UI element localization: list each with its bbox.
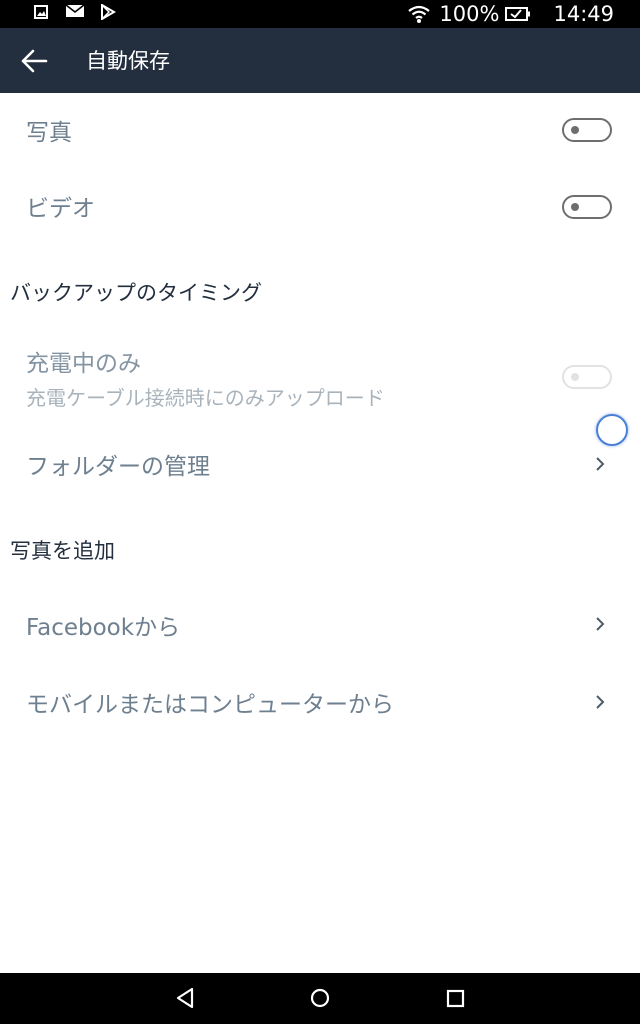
videos-toggle[interactable] [562, 195, 612, 219]
chevron-right-icon [596, 695, 605, 709]
add-from-facebook-label: Facebookから [26, 615, 181, 641]
photos-toggle-row[interactable]: 写真 [0, 94, 640, 170]
chevron-right-icon [596, 617, 605, 631]
recents-square-icon[interactable] [445, 986, 467, 1010]
add-photos-header: 写真を追加 [10, 539, 115, 563]
wifi-icon [408, 5, 431, 23]
status-bar: 100% 14:49 [0, 0, 640, 28]
chevron-right-icon [596, 457, 605, 471]
back-triangle-icon[interactable] [174, 986, 196, 1010]
add-from-mobile-or-computer-row[interactable]: モバイルまたはコンピューターから [0, 663, 640, 741]
videos-toggle-row[interactable]: ビデオ [0, 170, 640, 246]
arrow-left-icon[interactable] [20, 48, 48, 74]
folder-management-row[interactable]: フォルダーの管理 [0, 424, 640, 502]
toggle-knob [571, 126, 579, 134]
folder-management-label: フォルダーの管理 [26, 454, 210, 480]
play-store-icon [101, 4, 116, 20]
battery-icon [505, 7, 531, 21]
add-from-facebook-row[interactable]: Facebookから [0, 585, 640, 663]
toggle-knob [571, 373, 579, 381]
mail-notification-icon [66, 4, 84, 17]
system-navigation-bar [0, 973, 640, 1024]
backup-timing-header: バックアップのタイミング [10, 281, 262, 305]
image-notification-icon [34, 5, 48, 19]
charging-only-label: 充電中のみ [26, 351, 141, 377]
charging-only-toggle[interactable] [562, 365, 612, 389]
videos-label: ビデオ [26, 196, 95, 222]
charging-only-row[interactable]: 充電中のみ 充電ケーブル接続時にのみアップロード [0, 330, 640, 420]
app-bar: 自動保存 [0, 28, 640, 93]
photos-label: 写真 [26, 120, 72, 146]
add-from-mobile-or-computer-label: モバイルまたはコンピューターから [26, 692, 394, 718]
status-clock: 14:49 [553, 2, 614, 26]
page-title: 自動保存 [86, 49, 170, 73]
photos-toggle[interactable] [562, 118, 612, 142]
charging-only-description: 充電ケーブル接続時にのみアップロード [26, 386, 385, 410]
home-circle-icon[interactable] [309, 986, 331, 1010]
battery-percent: 100% [439, 2, 500, 26]
toggle-knob [571, 203, 579, 211]
